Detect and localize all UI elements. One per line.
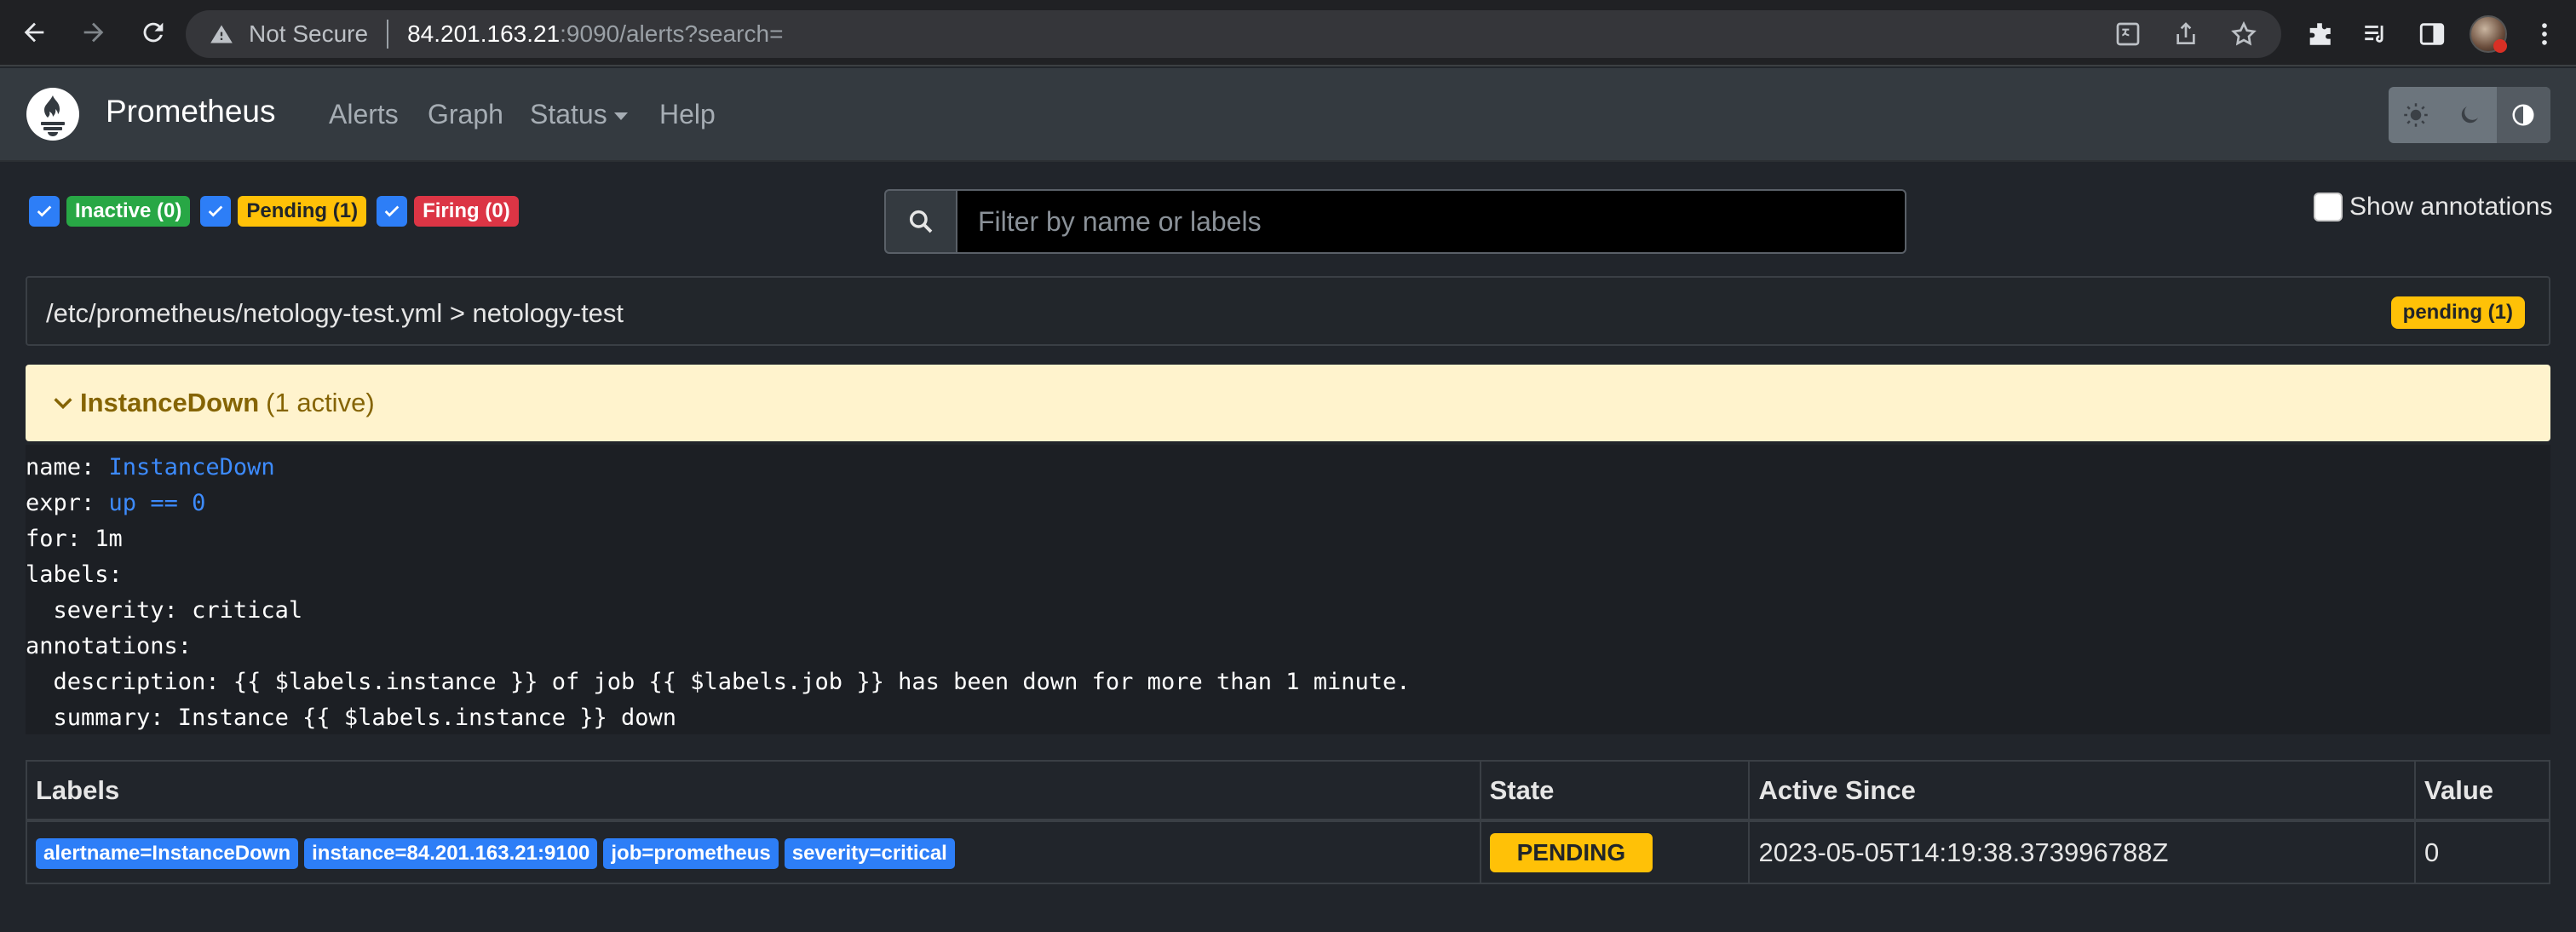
avatar: [2470, 15, 2507, 53]
nav-link-status-label: Status: [530, 99, 607, 129]
label-badge: alertname=InstanceDown: [36, 838, 299, 869]
share-icon[interactable]: [2157, 10, 2215, 58]
pending-filter-checkbox[interactable]: [200, 196, 232, 227]
check-icon: [37, 205, 52, 217]
rule-summary-line: summary: Instance {{ $labels.instance }}…: [26, 705, 677, 731]
rule-for-line: for: 1m: [26, 526, 123, 552]
address-divider: [387, 20, 389, 49]
column-header-value: Value: [2414, 760, 2550, 822]
rule-name-line: name: InstanceDown: [26, 450, 2550, 486]
caret-down-icon: [613, 112, 628, 121]
rule-expr-line: expr: up == 0: [26, 486, 2550, 521]
security-label: Not Secure: [249, 20, 369, 47]
extensions-icon[interactable]: [2291, 9, 2348, 60]
state-cell: PENDING: [1479, 820, 1751, 884]
rule-group-header: /etc/prometheus/netology-test.yml > neto…: [26, 276, 2550, 346]
show-annotations-label: Show annotations: [2349, 193, 2553, 221]
table-row: alertname=InstanceDown instance=84.201.16…: [26, 820, 2550, 884]
search-icon: [884, 189, 956, 254]
reading-list-icon[interactable]: [2348, 9, 2404, 60]
dark-theme-icon[interactable]: [2442, 87, 2496, 143]
firing-badge[interactable]: Firing (0): [414, 196, 519, 227]
active-alerts-table: Labels State Active Since Value alertnam…: [26, 760, 2550, 884]
alert-rule-header[interactable]: InstanceDown (1 active): [26, 365, 2550, 441]
profile-avatar[interactable]: [2460, 9, 2516, 60]
auto-theme-icon[interactable]: [2496, 87, 2550, 143]
rule-annotations-line: annotations:: [26, 633, 193, 659]
table-header-row: Labels State Active Since Value: [26, 760, 2550, 822]
group-pending-badge: pending (1): [2390, 296, 2525, 329]
column-header-labels: Labels: [26, 760, 1481, 822]
column-header-active-since: Active Since: [1748, 760, 2417, 822]
rule-group-title: /etc/prometheus/netology-test.yml > neto…: [46, 298, 624, 328]
check-icon: [209, 205, 223, 217]
column-header-state: State: [1479, 760, 1751, 822]
search-input[interactable]: [956, 189, 1906, 254]
app-navbar: Prometheus Alerts Graph Status Help: [0, 68, 2576, 162]
value-cell: 0: [2414, 820, 2550, 884]
rule-expr-key: expr:: [26, 490, 109, 516]
url-path: :9090/alerts?search=: [560, 20, 784, 47]
firing-filter-checkbox[interactable]: [377, 196, 408, 227]
rule-definition: name: InstanceDown expr: up == 0 for: 1m…: [26, 445, 2550, 734]
warning-icon: [210, 25, 233, 43]
nav-link-graph[interactable]: Graph: [428, 99, 503, 130]
label-badge: job=prometheus: [603, 838, 779, 869]
url-host: 84.201.163.21: [407, 20, 561, 47]
bookmark-star-icon[interactable]: [2215, 10, 2273, 58]
side-panel-icon[interactable]: [2404, 9, 2460, 60]
browser-toolbar: Not Secure 84.201.163.21:9090/alerts?sea…: [0, 0, 2576, 66]
chevron-down-icon: [54, 398, 72, 410]
forward-icon[interactable]: [68, 7, 119, 58]
rule-labels-line: labels:: [26, 561, 123, 588]
rule-description-line: description: {{ $labels.instance }} of j…: [26, 669, 1411, 695]
active-since-cell: 2023-05-05T14:19:38.373996788Z: [1748, 820, 2417, 884]
theme-switcher: [2389, 87, 2550, 143]
prometheus-logo-icon[interactable]: [26, 87, 80, 141]
brand-title[interactable]: Prometheus: [106, 94, 276, 129]
show-annotations-toggle[interactable]: Show annotations: [2314, 193, 2553, 221]
rule-expr-link[interactable]: up == 0: [109, 490, 206, 516]
check-icon: [384, 205, 400, 217]
rule-severity-line: severity: critical: [26, 597, 303, 624]
rule-name-key: name:: [26, 454, 109, 480]
inactive-filter-checkbox[interactable]: [29, 196, 60, 227]
labels-cell: alertname=InstanceDown instance=84.201.16…: [26, 820, 1481, 884]
show-annotations-checkbox[interactable]: [2314, 193, 2343, 221]
pending-badge[interactable]: Pending (1): [238, 196, 367, 227]
state-badge: PENDING: [1489, 832, 1653, 872]
state-filters: Inactive (0) Pending (1) Firing (0): [29, 196, 529, 227]
url-text[interactable]: 84.201.163.21:9090/alerts?search=: [407, 20, 783, 48]
nav-link-alerts[interactable]: Alerts: [329, 99, 399, 130]
translate-icon[interactable]: [2099, 10, 2157, 58]
nav-link-status[interactable]: Status: [530, 99, 628, 130]
alert-active-count: (1 active): [266, 388, 375, 417]
nav-link-help[interactable]: Help: [659, 99, 716, 130]
back-icon[interactable]: [9, 7, 60, 58]
inactive-badge[interactable]: Inactive (0): [66, 196, 191, 227]
label-badge: instance=84.201.163.21:9100: [304, 838, 598, 869]
address-bar[interactable]: Not Secure 84.201.163.21:9090/alerts?sea…: [186, 10, 2281, 58]
kebab-menu-icon[interactable]: [2516, 9, 2573, 60]
search-group: [884, 189, 1906, 254]
label-badge: severity=critical: [784, 838, 955, 869]
alert-rule-name: InstanceDown: [80, 388, 260, 417]
rule-name-link[interactable]: InstanceDown: [109, 454, 275, 480]
light-theme-icon[interactable]: [2389, 87, 2442, 143]
reload-icon[interactable]: [128, 7, 179, 58]
